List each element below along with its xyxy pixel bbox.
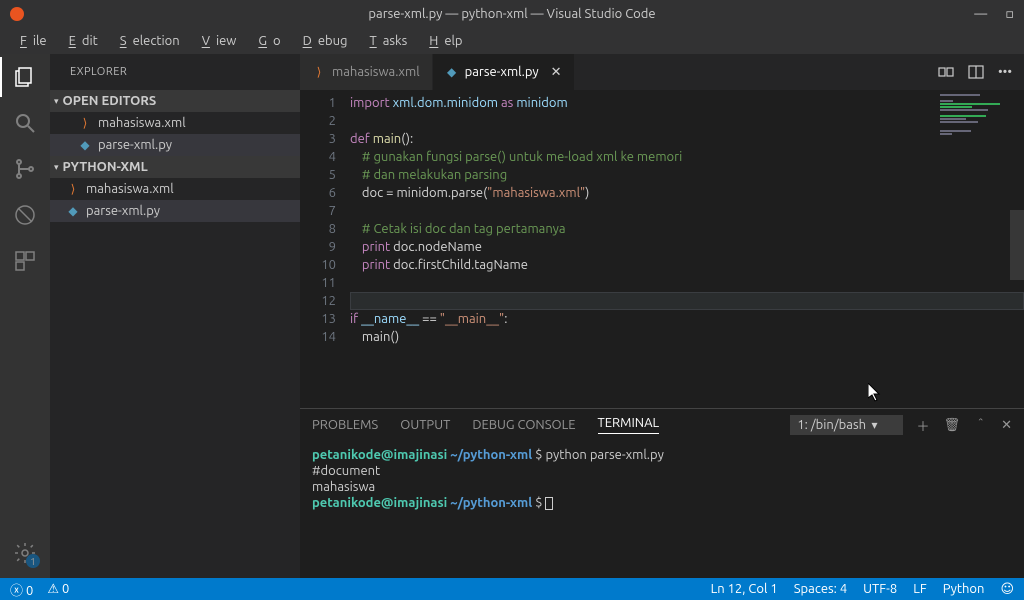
minimize-icon[interactable]: — bbox=[974, 7, 987, 22]
editor-scrollbar[interactable] bbox=[1010, 90, 1024, 408]
debug-icon[interactable] bbox=[12, 202, 38, 228]
bottom-panel: PROBLEMS OUTPUT DEBUG CONSOLE TERMINAL 1: /… bbox=[300, 408, 1024, 578]
kill-terminal-icon[interactable]: 🗑 bbox=[944, 418, 961, 433]
split-editor-icon[interactable] bbox=[968, 64, 984, 80]
extensions-icon[interactable] bbox=[12, 248, 38, 274]
minimap[interactable] bbox=[940, 94, 1010, 144]
status-warnings[interactable]: ⚠ 0 bbox=[47, 582, 69, 597]
explorer-sidebar: EXPLORER ▾ OPEN EDITORS ⟩mahasiswa.xml◆p… bbox=[50, 54, 300, 578]
menu-selection[interactable]: Selection bbox=[108, 32, 186, 50]
maximize-panel-icon[interactable]: ＾ bbox=[974, 416, 987, 435]
update-badge: 1 bbox=[26, 554, 40, 568]
status-errors[interactable]: ⓧ 0 bbox=[10, 580, 33, 599]
window-close-button[interactable] bbox=[10, 7, 24, 21]
window-title: parse-xml.py — python-xml — Visual Studi… bbox=[368, 7, 655, 21]
code-editor[interactable]: 1234567891011121314 import xml.dom.minid… bbox=[300, 90, 1024, 408]
workspace-header[interactable]: ▾ PYTHON-XML bbox=[50, 156, 300, 178]
editor-actions: ••• bbox=[938, 54, 1024, 90]
terminal-selector[interactable]: 1: /bin/bash ▾ bbox=[790, 415, 902, 435]
chevron-down-icon: ▾ bbox=[54, 162, 59, 173]
editor-group: ⟩mahasiswa.xml◆parse-xml.py✕ ••• 1234567… bbox=[300, 54, 1024, 578]
editor-tabs: ⟩mahasiswa.xml◆parse-xml.py✕ ••• bbox=[300, 54, 1024, 90]
chevron-down-icon: ▾ bbox=[54, 96, 59, 107]
file-item-mahasiswa-xml[interactable]: ⟩mahasiswa.xml bbox=[50, 112, 300, 134]
file-item-mahasiswa-xml[interactable]: ⟩mahasiswa.xml bbox=[50, 178, 300, 200]
window-controls: — ▫ bbox=[974, 7, 1014, 22]
panel-tab-output[interactable]: OUTPUT bbox=[400, 418, 450, 432]
explorer-title: EXPLORER bbox=[50, 54, 300, 90]
menu-help[interactable]: Help bbox=[417, 32, 468, 50]
editor-tab-parse-xml-py[interactable]: ◆parse-xml.py✕ bbox=[433, 54, 575, 90]
menu-file[interactable]: File bbox=[8, 32, 53, 50]
menu-go[interactable]: Go bbox=[246, 32, 286, 50]
menu-debug[interactable]: Debug bbox=[291, 32, 354, 50]
new-terminal-icon[interactable]: ＋ bbox=[917, 416, 930, 435]
close-tab-icon[interactable]: ✕ bbox=[551, 65, 562, 80]
panel-tab-terminal[interactable]: TERMINAL bbox=[598, 416, 660, 434]
status-eol[interactable]: LF bbox=[913, 582, 926, 596]
panel-tab-debug-console[interactable]: DEBUG CONSOLE bbox=[472, 418, 575, 432]
menubar: FileEditSelectionViewGo DebugTasksHelp bbox=[0, 28, 1024, 54]
editor-tab-mahasiswa-xml[interactable]: ⟩mahasiswa.xml bbox=[300, 54, 433, 90]
panel-tabs: PROBLEMS OUTPUT DEBUG CONSOLE TERMINAL 1: /… bbox=[300, 409, 1024, 441]
file-item-parse-xml-py[interactable]: ◆parse-xml.py bbox=[50, 134, 300, 156]
search-icon[interactable] bbox=[12, 110, 38, 136]
panel-tab-problems[interactable]: PROBLEMS bbox=[312, 418, 378, 432]
close-panel-icon[interactable]: ✕ bbox=[1001, 418, 1012, 433]
terminal[interactable]: petanikode@imajinasi ~/python-xml $ pyth… bbox=[300, 441, 1024, 578]
more-actions-icon[interactable]: ••• bbox=[998, 65, 1012, 79]
status-bar: ⓧ 0 ⚠ 0 Ln 12, Col 1 Spaces: 4 UTF-8 LF … bbox=[0, 578, 1024, 600]
titlebar: parse-xml.py — python-xml — Visual Studi… bbox=[0, 0, 1024, 28]
file-item-parse-xml-py[interactable]: ◆parse-xml.py bbox=[50, 200, 300, 222]
source-control-icon[interactable] bbox=[12, 156, 38, 182]
menu-edit[interactable]: Edit bbox=[57, 32, 104, 50]
menu-tasks[interactable]: Tasks bbox=[358, 32, 414, 50]
feedback-smiley-icon[interactable]: ☺ bbox=[1000, 582, 1014, 597]
maximize-icon[interactable]: ▫ bbox=[1005, 7, 1014, 22]
activity-bar: 1 bbox=[0, 54, 50, 578]
status-spaces[interactable]: Spaces: 4 bbox=[794, 582, 847, 596]
compare-icon[interactable] bbox=[938, 64, 954, 80]
status-encoding[interactable]: UTF-8 bbox=[863, 582, 897, 596]
status-ln-col[interactable]: Ln 12, Col 1 bbox=[711, 582, 778, 596]
menu-view[interactable]: View bbox=[190, 32, 243, 50]
open-editors-header[interactable]: ▾ OPEN EDITORS bbox=[50, 90, 300, 112]
status-language[interactable]: Python bbox=[943, 582, 985, 596]
settings-gear-icon[interactable]: 1 bbox=[12, 540, 38, 566]
explorer-icon[interactable] bbox=[12, 64, 38, 90]
